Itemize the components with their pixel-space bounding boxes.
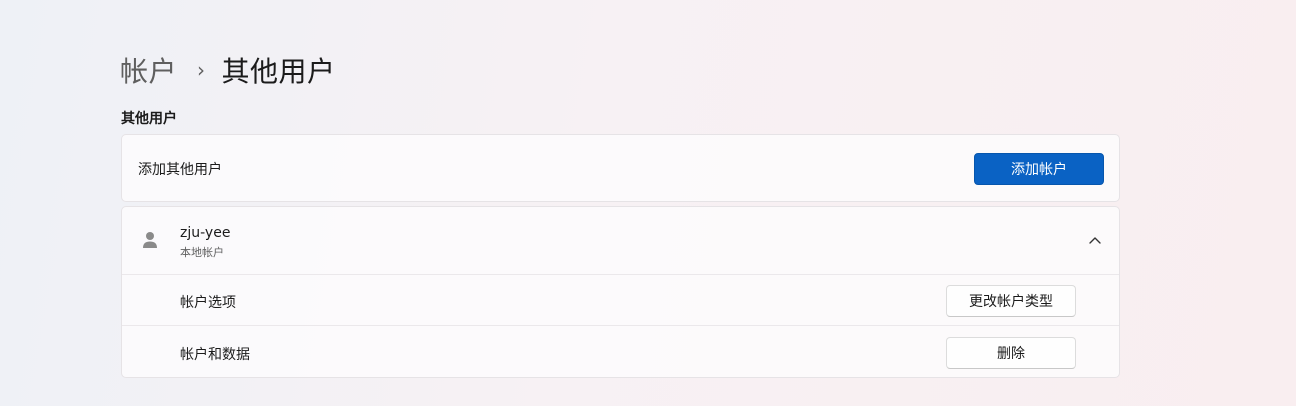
add-other-user-label: 添加其他用户 <box>138 162 222 178</box>
chevron-up-icon[interactable] <box>1088 234 1102 246</box>
add-account-button[interactable]: 添加帐户 <box>974 153 1104 185</box>
add-other-user-card: 添加其他用户 添加帐户 <box>121 134 1120 202</box>
user-card-header[interactable]: zju-yee 本地帐户 <box>122 207 1119 275</box>
person-icon <box>143 232 157 248</box>
breadcrumb-parent-accounts[interactable]: 帐户 <box>120 50 177 90</box>
page-title: 其他用户 <box>221 55 336 88</box>
breadcrumb-separator-icon: › <box>197 58 206 82</box>
account-data-row: 帐户和数据 删除 <box>122 327 1119 378</box>
remove-button[interactable]: 删除 <box>946 337 1076 369</box>
section-title: 其他用户 <box>121 111 177 127</box>
user-card: zju-yee 本地帐户 帐户选项 更改帐户类型 帐户和数据 删除 <box>121 206 1120 378</box>
breadcrumb: 帐户 › 其他用户 <box>120 50 336 90</box>
account-data-label: 帐户和数据 <box>180 347 250 363</box>
change-account-type-button[interactable]: 更改帐户类型 <box>946 285 1076 317</box>
user-account-type: 本地帐户 <box>180 246 224 259</box>
account-options-row: 帐户选项 更改帐户类型 <box>122 275 1119 326</box>
account-options-label: 帐户选项 <box>180 295 236 311</box>
user-name: zju-yee <box>180 225 231 241</box>
